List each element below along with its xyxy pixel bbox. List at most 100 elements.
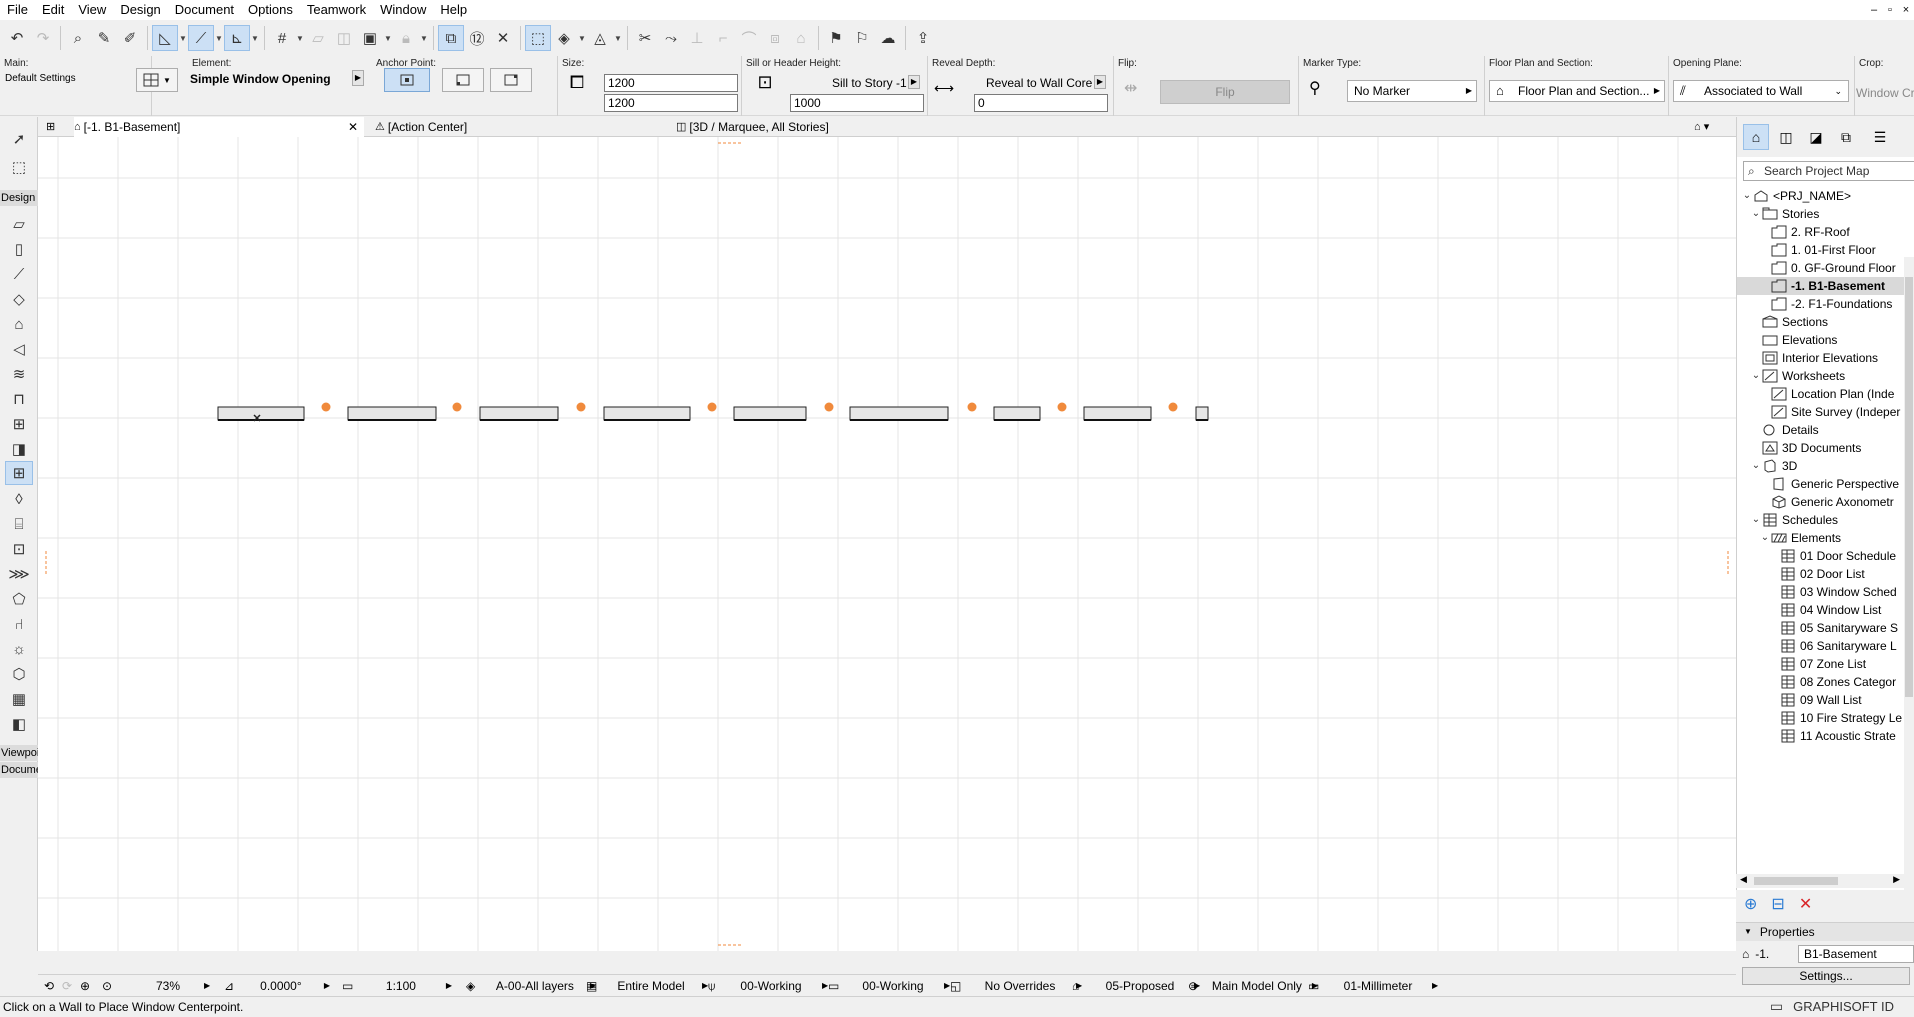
rotate-view-icon[interactable]: ⟲ <box>44 975 54 997</box>
explode-icon[interactable]: ✕ <box>490 25 516 51</box>
lock-icon[interactable]: 🔒︎ <box>393 25 419 51</box>
grid-snap-icon[interactable]: # <box>269 25 295 51</box>
tab-floor-plan[interactable]: ⌂ [-1. B1-Basement] ✕ <box>74 117 364 137</box>
tree-item[interactable]: 07 Zone List <box>1737 655 1905 673</box>
delete-icon[interactable]: ✕ <box>1799 894 1812 914</box>
redo-icon[interactable]: ↷ <box>30 25 56 51</box>
close-window-button[interactable]: × <box>1898 0 1914 20</box>
tree-item[interactable]: 08 Zones Categor <box>1737 673 1905 691</box>
chevron-down-icon[interactable]: ⌄ <box>1741 187 1753 205</box>
tree-item[interactable]: 2. RF-Roof <box>1737 223 1905 241</box>
chevron-down-icon[interactable]: ⌄ <box>1750 511 1762 529</box>
wall-segment[interactable] <box>217 406 305 421</box>
menu-file[interactable]: File <box>0 0 35 20</box>
snap-guides-icon[interactable]: ⟋ <box>188 25 214 51</box>
syringe-icon[interactable]: ✐ <box>117 25 143 51</box>
object-tool-icon[interactable]: ⌸ <box>5 512 33 536</box>
wall-tool-icon[interactable]: ▱ <box>5 212 33 236</box>
tree-item[interactable]: Generic Perspective <box>1737 475 1905 493</box>
graphisoft-id[interactable]: ▭ GRAPHISOFT ID <box>1770 996 1894 1017</box>
issue-icon[interactable]: ⚐ <box>849 25 875 51</box>
group-icon[interactable]: ▣ <box>357 25 383 51</box>
tree-item[interactable]: Elevations <box>1737 331 1905 349</box>
properties-header[interactable]: ▼ Properties <box>1736 923 1914 941</box>
renovation-value[interactable]: 05-Proposed ▶ <box>1092 975 1202 997</box>
bimcloud-icon[interactable]: ☁ <box>875 25 901 51</box>
chevron-down-icon[interactable]: ▼ <box>383 34 393 43</box>
door-tool-icon[interactable]: ◨ <box>5 437 33 461</box>
morph-tool-icon[interactable]: ⬠ <box>5 587 33 611</box>
hotspot[interactable] <box>1168 402 1178 412</box>
width-input[interactable]: 1200 <box>604 74 738 92</box>
chevron-down-icon[interactable]: ▼ <box>577 34 587 43</box>
mesh-tool-icon[interactable]: ⋙ <box>5 562 33 586</box>
project-map-icon[interactable]: ⌂ <box>1743 124 1769 150</box>
navigator-hscrollbar[interactable]: ◀ ▶ <box>1736 874 1914 888</box>
overrides-value[interactable]: No Overrides ▶ <box>970 975 1086 997</box>
suspend-groups-icon[interactable]: ◫ <box>331 25 357 51</box>
beam-tool-icon[interactable]: ⟋ <box>5 262 33 286</box>
angle-value[interactable]: 0.0000° ▶ <box>244 975 330 997</box>
chevron-down-icon[interactable]: ⌄ <box>1750 367 1762 385</box>
chevron-down-icon[interactable]: ▼ <box>613 34 623 43</box>
marquee-select-icon[interactable]: ⬚ <box>525 25 551 51</box>
close-icon[interactable]: ✕ <box>348 117 358 137</box>
window-tool-icon[interactable]: ⊞ <box>5 461 33 485</box>
column-tool-icon[interactable]: ▯ <box>5 237 33 261</box>
shell-tool-icon[interactable]: ◁ <box>5 337 33 361</box>
tree-item[interactable]: 01 Door Schedule <box>1737 547 1905 565</box>
view-map-icon[interactable]: ◫ <box>1773 124 1799 150</box>
menu-edit[interactable]: Edit <box>35 0 71 20</box>
wall-segment[interactable] <box>347 406 437 421</box>
hotspot[interactable] <box>1057 402 1067 412</box>
pen-set-value[interactable]: 00-Working ▶ <box>726 975 838 997</box>
fillet-icon[interactable]: ⌐ <box>710 25 736 51</box>
split-icon[interactable]: ✂ <box>632 25 658 51</box>
trace-icon[interactable]: ⧉ <box>438 25 464 51</box>
3d-view-mode-icon[interactable]: ◈ <box>551 25 577 51</box>
chevron-down-icon[interactable]: ▼ <box>178 34 188 43</box>
tree-item[interactable]: 03 Window Sched <box>1737 583 1905 601</box>
hotspot[interactable] <box>321 402 331 412</box>
tree-item[interactable]: 0. GF-Ground Floor <box>1737 259 1905 277</box>
menu-design[interactable]: Design <box>113 0 167 20</box>
solid-ops-icon[interactable]: ⧈ <box>762 25 788 51</box>
tree-item[interactable]: ⌄ Schedules <box>1737 511 1905 529</box>
flag-icon[interactable]: ⚑ <box>823 25 849 51</box>
undo-icon[interactable]: ↶ <box>4 25 30 51</box>
curtain-wall-tool-icon[interactable]: ⊞ <box>5 412 33 436</box>
anchor-center-button[interactable] <box>384 68 430 92</box>
wall-segment[interactable] <box>479 406 559 421</box>
hotspot[interactable] <box>707 402 717 412</box>
navigator-menu-icon[interactable]: ☰ <box>1867 124 1893 150</box>
reveal-input[interactable]: 0 <box>974 94 1108 112</box>
anchor-left-button[interactable] <box>442 68 484 92</box>
story-name-field[interactable]: B1-Basement <box>1798 945 1914 963</box>
element-type-button[interactable]: ▼ <box>136 68 178 92</box>
rotate-view-alt-icon[interactable]: ⟳ <box>62 975 72 997</box>
zoom-fit-icon[interactable]: ⊙ <box>102 975 112 997</box>
floor-plan-canvas[interactable] <box>38 137 1736 951</box>
sill-mode[interactable]: Sill to Story -1 <box>832 76 907 90</box>
tree-item[interactable]: -2. F1-Foundations <box>1737 295 1905 313</box>
tree-item[interactable]: ⌄ Stories <box>1737 205 1905 223</box>
intersect-icon[interactable]: ⊥ <box>684 25 710 51</box>
adjust-icon[interactable]: ⤳ <box>658 25 684 51</box>
chair-tool-icon[interactable]: ⑁ <box>5 612 33 636</box>
fps-dropdown[interactable]: ⌂ Floor Plan and Section... ▶ <box>1489 80 1665 102</box>
element-arrow-icon[interactable]: ▶ <box>352 70 364 86</box>
marquee-tool-icon[interactable]: ⬚ <box>5 155 33 179</box>
tree-item[interactable]: -1. B1-Basement <box>1737 277 1905 295</box>
tree-item[interactable]: Interior Elevations <box>1737 349 1905 367</box>
marker-dropdown[interactable]: No Marker ▶ <box>1347 80 1477 102</box>
tree-item[interactable]: Details <box>1737 421 1905 439</box>
menu-window[interactable]: Window <box>373 0 433 20</box>
tab-list-menu[interactable]: ⌂ ▾ <box>1694 117 1709 137</box>
navigator-scrollbar[interactable] <box>1904 257 1914 914</box>
chevron-down-icon[interactable]: ▼ <box>214 34 224 43</box>
sill-icon[interactable]: ⊡ <box>750 72 780 112</box>
tab-overview-icon[interactable]: ⊞ <box>46 117 58 137</box>
structure-value[interactable]: Main Model Only ▶ <box>1208 975 1318 997</box>
roof-tool-icon[interactable]: ⌂ <box>5 312 33 336</box>
tree-item[interactable]: 1. 01-First Floor <box>1737 241 1905 259</box>
